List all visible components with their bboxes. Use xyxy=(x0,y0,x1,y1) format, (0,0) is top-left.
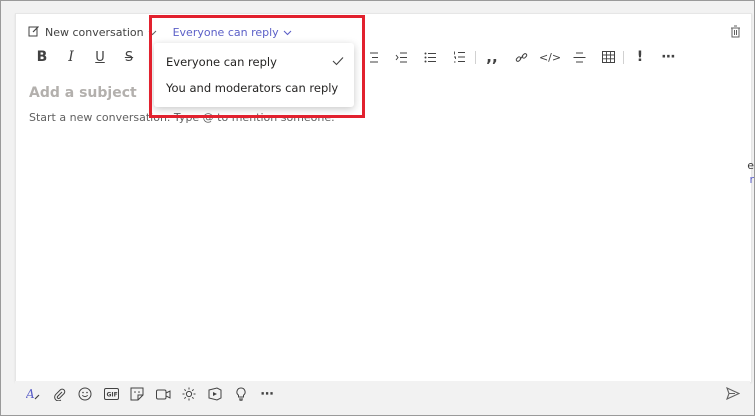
horizontal-rule-icon[interactable] xyxy=(569,47,589,67)
important-icon[interactable]: ! xyxy=(630,47,650,67)
new-conversation-label: New conversation xyxy=(45,25,144,39)
more-icon[interactable]: ⋯ xyxy=(258,385,276,403)
stream-icon[interactable] xyxy=(206,385,224,403)
app-frame: New conversation Everyone can reply B I … xyxy=(0,0,755,416)
code-snippet-icon[interactable]: </> xyxy=(539,47,561,67)
sticker-icon[interactable] xyxy=(128,385,146,403)
background-text-fragment: r xyxy=(749,173,754,186)
table-icon[interactable] xyxy=(598,47,618,67)
toolbar-divider xyxy=(475,51,476,64)
background-text-fragment: e xyxy=(747,159,754,172)
quote-icon[interactable]: ,, xyxy=(482,47,502,67)
new-conversation-button[interactable]: New conversation xyxy=(28,25,157,40)
svg-text:GIF: GIF xyxy=(106,392,117,399)
increase-indent-icon[interactable] xyxy=(391,47,411,67)
link-icon[interactable] xyxy=(511,47,531,67)
ideas-icon[interactable] xyxy=(232,385,250,403)
subject-field[interactable]: Add a subject xyxy=(29,85,137,101)
gif-icon[interactable]: GIF xyxy=(102,385,120,403)
bold-icon[interactable]: B xyxy=(32,47,52,67)
compose-actions-bar: A GIF ⋯ xyxy=(15,381,750,407)
compose-box: New conversation Everyone can reply B I … xyxy=(15,13,752,382)
meet-now-icon[interactable] xyxy=(154,385,172,403)
numbered-list-icon[interactable] xyxy=(449,47,469,67)
praise-icon[interactable] xyxy=(180,385,198,403)
discard-button[interactable] xyxy=(730,23,741,42)
more-options-icon[interactable]: ⋯ xyxy=(659,47,679,67)
emoji-icon[interactable] xyxy=(76,385,94,403)
compose-icon xyxy=(28,25,40,40)
format-icon[interactable]: A xyxy=(24,385,42,403)
toolbar-divider xyxy=(623,51,624,64)
attach-icon[interactable] xyxy=(50,385,68,403)
decrease-indent-icon[interactable] xyxy=(362,47,382,67)
send-icon xyxy=(726,385,741,404)
send-button[interactable] xyxy=(726,385,741,404)
italic-icon[interactable]: I xyxy=(61,47,81,67)
bullet-list-icon[interactable] xyxy=(420,47,440,67)
trash-icon xyxy=(730,23,741,42)
svg-text:A: A xyxy=(26,387,35,401)
annotation-highlight-box xyxy=(149,15,365,118)
strikethrough-icon[interactable]: S xyxy=(119,47,139,67)
underline-icon[interactable]: U xyxy=(90,47,110,67)
